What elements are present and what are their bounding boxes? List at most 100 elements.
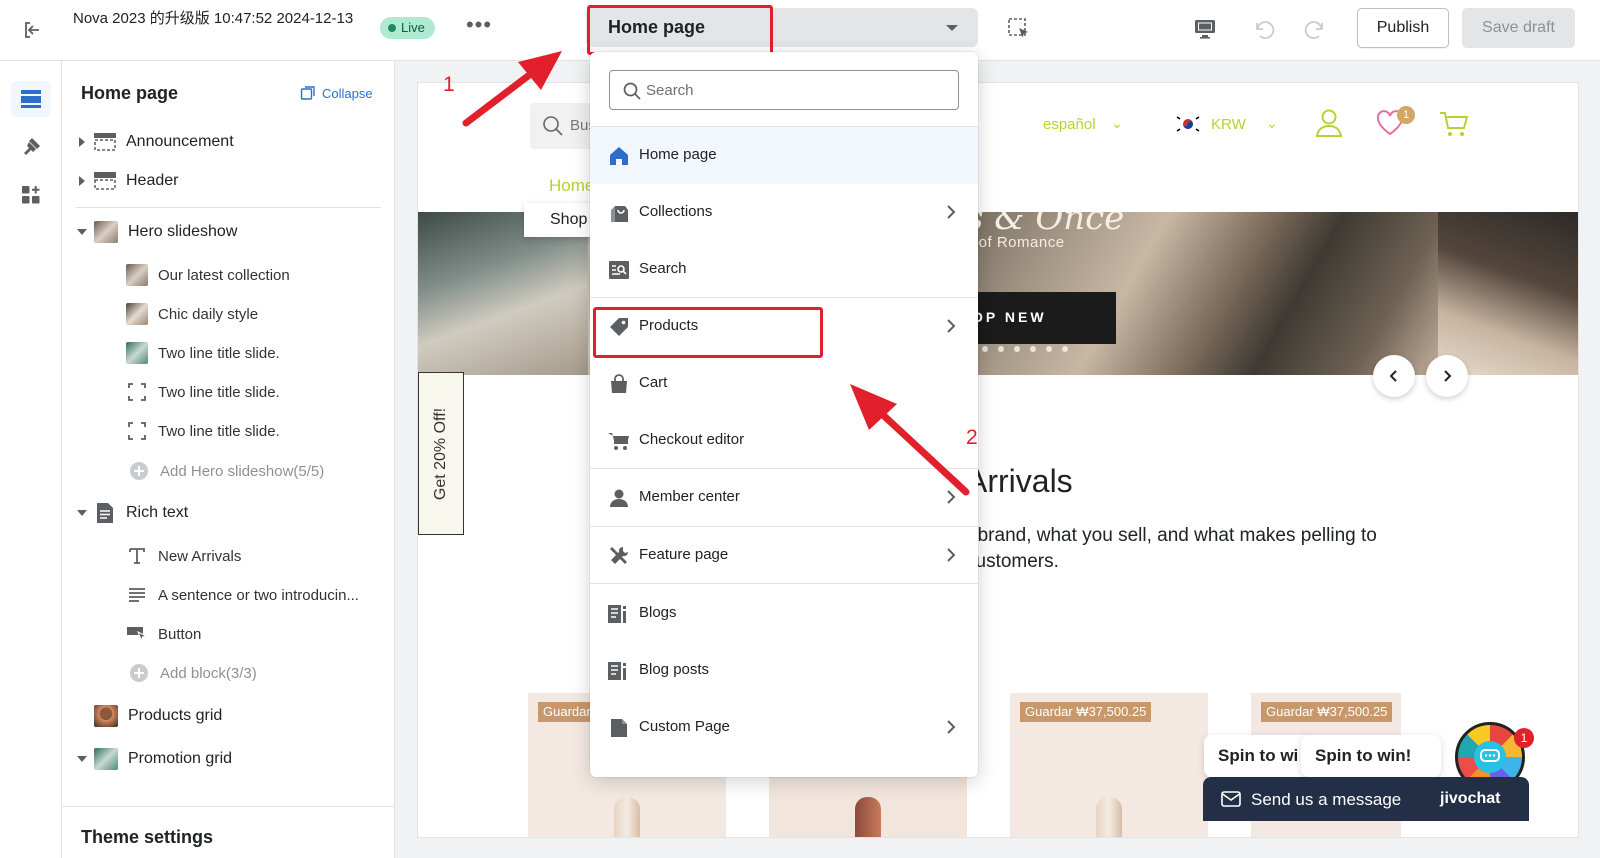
slide-thumbnail xyxy=(126,342,148,364)
spin-to-win-bubble[interactable]: Spin to wi xyxy=(1204,735,1314,777)
product-image xyxy=(1096,797,1122,837)
menu-item-feature-page[interactable]: Feature page xyxy=(590,527,978,584)
add-block-button[interactable]: Add block(3/3) xyxy=(128,656,257,690)
sidebar-block-item[interactable]: A sentence or two introducin... xyxy=(126,578,359,612)
currency-selector[interactable]: KRW xyxy=(1211,116,1246,133)
sidebar-item-announcement[interactable]: Announcement xyxy=(76,125,234,159)
theme-name: Nova 2023 的升级版 10:47:52 2024-12-13 xyxy=(73,10,354,27)
inspect-select-icon[interactable] xyxy=(1004,14,1034,44)
theme-style-icon[interactable] xyxy=(11,129,51,165)
paragraph-icon xyxy=(126,587,148,603)
menu-search-field[interactable] xyxy=(609,70,959,110)
hero-image-right xyxy=(1438,212,1578,375)
promotion-grid-thumbnail xyxy=(94,748,118,770)
add-hero-slide-button[interactable]: Add Hero slideshow(5/5) xyxy=(128,454,324,488)
account-icon[interactable] xyxy=(1314,108,1344,138)
menu-search-input[interactable] xyxy=(646,72,946,108)
add-circle-icon xyxy=(128,663,150,683)
collapse-button[interactable]: Collapse xyxy=(300,85,373,101)
hero-dot[interactable] xyxy=(1046,346,1052,352)
chevron-right-icon xyxy=(947,319,956,333)
discount-tag: Guardar xyxy=(538,702,596,722)
menu-item-label: Checkout editor xyxy=(639,431,745,448)
theme-settings-label: Theme settings xyxy=(81,827,214,847)
chat-brand: jivochat xyxy=(1440,790,1501,807)
menu-item-cart[interactable]: Cart xyxy=(590,355,978,412)
chat-bubble-icon xyxy=(1474,741,1506,773)
publish-button[interactable]: Publish xyxy=(1357,8,1449,48)
menu-item-custom-page[interactable]: Custom Page xyxy=(590,699,978,756)
menu-item-checkout-editor[interactable]: Checkout editor xyxy=(590,412,978,469)
chevron-right-icon xyxy=(947,205,956,219)
theme-settings-button[interactable]: Theme settings xyxy=(62,806,395,858)
hero-pagination[interactable] xyxy=(966,346,1068,352)
sidebar-item-label: Rich text xyxy=(126,504,189,521)
slide-thumbnail xyxy=(126,303,148,325)
redo-icon[interactable] xyxy=(1301,14,1331,44)
announcement-section-icon xyxy=(94,132,116,152)
sidebar-item-products-grid[interactable]: Products grid xyxy=(94,699,222,733)
sidebar-block-item[interactable]: Our latest collection xyxy=(126,258,290,292)
sidebar-item-hero-slideshow[interactable]: Hero slideshow xyxy=(76,215,237,249)
hero-prev-button[interactable] xyxy=(1373,355,1415,397)
product-image xyxy=(855,797,881,837)
language-selector[interactable]: español xyxy=(1043,116,1096,133)
chevron-down-icon: ⌄ xyxy=(1266,115,1278,131)
chevron-down-icon: ⌄ xyxy=(1111,115,1123,131)
collapse-label: Collapse xyxy=(322,85,373,101)
sidebar-item-label: Promotion grid xyxy=(128,750,233,767)
hero-dot[interactable] xyxy=(1062,346,1068,352)
menu-item-search[interactable]: Search xyxy=(590,241,978,298)
menu-item-label: Collections xyxy=(639,203,713,220)
menu-item-label: Blogs xyxy=(639,604,677,621)
spin-label: Spin to win! xyxy=(1315,746,1412,765)
heading-text-icon xyxy=(126,547,148,565)
menu-item-member-center[interactable]: Member center xyxy=(590,469,978,526)
hero-dot[interactable] xyxy=(982,346,988,352)
undo-icon[interactable] xyxy=(1248,14,1278,44)
sidebar-block-item[interactable]: Button xyxy=(126,617,201,651)
sidebar-block-item[interactable]: Two line title slide. xyxy=(126,414,280,448)
hero-next-button[interactable] xyxy=(1426,355,1468,397)
product-card[interactable]: Guardar ₩37,500.25 xyxy=(1010,693,1208,837)
cart-icon[interactable] xyxy=(1439,110,1469,138)
sidebar-item-header[interactable]: Header xyxy=(76,164,178,198)
store-nav-home[interactable]: Home xyxy=(549,176,594,196)
hero-cta-button[interactable]: OP NEW xyxy=(966,292,1116,344)
checkout-cart-icon xyxy=(608,430,630,452)
menu-divider xyxy=(590,583,978,584)
menu-item-label: Feature page xyxy=(639,546,729,563)
caret-down-icon[interactable] xyxy=(76,228,88,236)
exit-icon[interactable] xyxy=(18,16,46,44)
sidebar-item-rich-text[interactable]: Rich text xyxy=(76,496,188,530)
save-draft-button[interactable]: Save draft xyxy=(1462,8,1575,48)
caret-down-icon[interactable] xyxy=(76,755,88,763)
menu-item-blogs[interactable]: Blogs xyxy=(590,585,978,642)
side-promo-tab[interactable]: Get 20% Off! xyxy=(418,372,464,535)
sections-icon[interactable] xyxy=(11,81,51,117)
sidebar-block-item[interactable]: Two line title slide. xyxy=(126,375,280,409)
spin-label: Spin to wi xyxy=(1218,746,1299,765)
menu-item-blog-posts[interactable]: Blog posts xyxy=(590,642,978,699)
hero-dot[interactable] xyxy=(1014,346,1020,352)
caret-right-icon[interactable] xyxy=(76,137,88,147)
caret-right-icon[interactable] xyxy=(76,176,88,186)
menu-item-label: Member center xyxy=(639,488,740,505)
apps-icon[interactable] xyxy=(11,177,51,213)
menu-item-label: Blog posts xyxy=(639,661,710,678)
sidebar-divider xyxy=(76,207,381,208)
desktop-view-icon[interactable] xyxy=(1190,14,1220,44)
sidebar-block-item[interactable]: Chic daily style xyxy=(126,297,258,331)
hero-dot[interactable] xyxy=(1030,346,1036,352)
sidebar-block-item[interactable]: Two line title slide. xyxy=(126,336,280,370)
sidebar-block-label: Our latest collection xyxy=(158,266,290,284)
caret-down-icon[interactable] xyxy=(76,509,88,517)
more-actions-button[interactable]: ••• xyxy=(462,14,496,43)
sidebar-item-promotion-grid[interactable]: Promotion grid xyxy=(76,742,232,776)
menu-item-collections[interactable]: Collections xyxy=(590,184,978,241)
menu-item-home-page[interactable]: Home page xyxy=(590,127,978,184)
hero-dot[interactable] xyxy=(998,346,1004,352)
chat-widget-bar[interactable]: Send us a message jivochat xyxy=(1203,777,1529,821)
sidebar-block-item[interactable]: New Arrivals xyxy=(126,539,241,573)
spin-to-win-bubble[interactable]: Spin to win! xyxy=(1301,735,1441,777)
